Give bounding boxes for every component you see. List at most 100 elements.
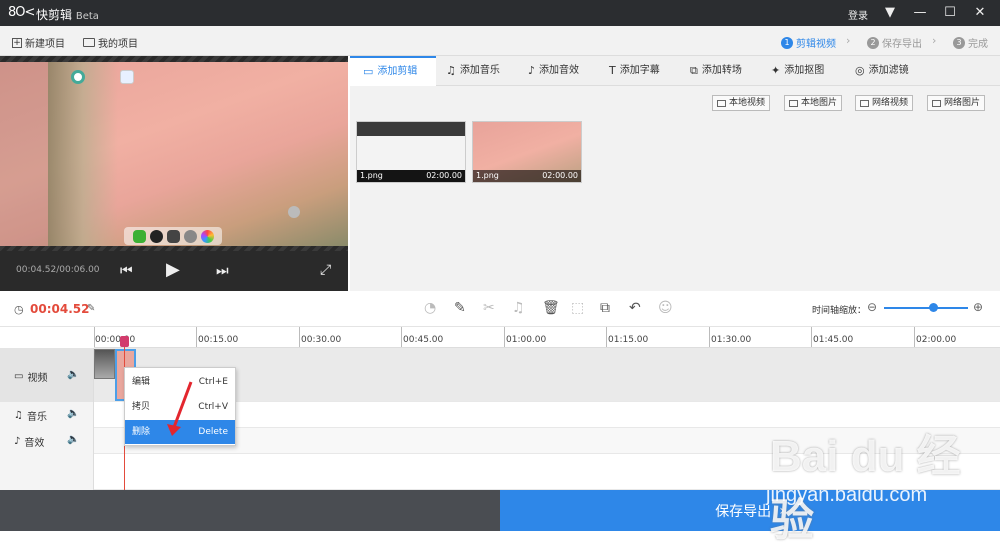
step-label: 剪辑视频 xyxy=(796,39,836,50)
tab-label: 添加转场 xyxy=(701,65,742,76)
ruler-tick xyxy=(299,327,300,347)
source-label: 本地图片 xyxy=(801,98,838,108)
tab-label: 添加剪辑 xyxy=(377,66,418,77)
ruler-label: 01:45.00 xyxy=(813,335,854,345)
zoom-out-icon[interactable]: ⊖ xyxy=(867,300,877,314)
speaker-icon[interactable]: 🔈 xyxy=(67,369,79,380)
playhead-handle[interactable] xyxy=(120,336,129,347)
media-name: 1.png xyxy=(476,171,499,180)
tab-label: 添加音乐 xyxy=(459,65,500,76)
tab-add-clip[interactable]: ▭ 添加剪辑 xyxy=(350,56,436,86)
edit-time-icon[interactable]: ✎ xyxy=(87,303,95,314)
export-label: 保存导出 xyxy=(715,503,772,520)
edit-toolbar: ◷ 00:04.52 ✎ ◔ ✎ ✂ ♫ 🗑 ⬚ ⧉ ↶ ☺ 时间轴缩放： ⊖ … xyxy=(0,291,1000,327)
video-icon: ▭ xyxy=(363,65,374,78)
bell-icon[interactable]: ♫ xyxy=(512,300,525,316)
bottom-bar xyxy=(0,490,500,531)
step-save-export: 2 保存导出 xyxy=(867,35,922,50)
annotation-arrow-icon xyxy=(167,381,193,436)
video-file-icon xyxy=(860,99,869,107)
filter-icon: ◎ xyxy=(855,64,865,77)
copy-icon[interactable]: ⧉ xyxy=(600,300,610,316)
tab-add-transition[interactable]: ⧉ 添加转场 xyxy=(690,56,742,86)
ruler-label: 00:30.00 xyxy=(301,335,342,345)
step-number: 2 xyxy=(867,36,879,49)
sound-effect-icon: ♪ xyxy=(528,64,536,77)
track-name: 音效 xyxy=(24,438,45,449)
source-label: 网络图片 xyxy=(944,98,981,108)
next-frame-icon[interactable]: ⏭ xyxy=(216,263,229,279)
menu-label: 编辑 xyxy=(132,377,151,387)
ruler-label: 01:00.00 xyxy=(506,335,547,345)
subtitle-icon: T xyxy=(609,64,616,77)
step-done: 3 完成 xyxy=(953,35,988,50)
minimize-icon[interactable]: — xyxy=(910,4,930,22)
thumbnail-caption: 1.png 02:00.00 xyxy=(357,170,465,182)
previous-frame-icon[interactable]: ⏮ xyxy=(120,263,133,279)
settings-icon xyxy=(288,206,300,218)
zoom-slider[interactable] xyxy=(884,307,968,309)
ruler-label: 00:45.00 xyxy=(403,335,444,345)
maximize-icon[interactable]: ☐ xyxy=(940,4,960,22)
timeline-ruler[interactable]: 00:00.00 00:15.00 00:30.00 00:45.00 01:0… xyxy=(94,327,1000,348)
zoom-label: 时间轴缩放： xyxy=(812,306,867,316)
source-label: 网络视频 xyxy=(872,98,909,108)
tab-label: 添加滤镜 xyxy=(868,65,909,76)
local-image-button[interactable]: 本地图片 xyxy=(784,95,843,111)
undo-icon[interactable]: ↶ xyxy=(629,300,641,316)
video-file-icon xyxy=(717,99,726,107)
gear-app-icon xyxy=(183,229,197,243)
tab-add-sound-effect[interactable]: ♪ 添加音效 xyxy=(528,56,579,86)
local-video-button[interactable]: 本地视频 xyxy=(712,95,771,111)
fullscreen-icon[interactable]: ⤢ xyxy=(320,262,331,278)
video-clip[interactable] xyxy=(94,349,115,379)
camera-icon xyxy=(166,229,180,243)
online-image-button[interactable]: 网络图片 xyxy=(927,95,986,111)
track-labels: ▭ 视频 🔈 ♫ 音乐 🔈 ♪ 音效 🔈 xyxy=(0,348,94,490)
folder-icon xyxy=(83,38,95,47)
app-logo: 8O< xyxy=(8,5,35,20)
delete-icon[interactable]: 🗑 xyxy=(542,300,560,316)
online-video-button[interactable]: 网络视频 xyxy=(855,95,914,111)
ruler-tick xyxy=(504,327,505,347)
new-project-icon: + xyxy=(12,37,22,48)
smiley-icon[interactable]: ☺ xyxy=(658,300,673,316)
crop-icon[interactable]: ⬚ xyxy=(571,300,584,316)
my-projects-button[interactable]: 我的项目 xyxy=(83,35,138,50)
speed-icon[interactable]: ◔ xyxy=(424,300,436,316)
step-number: 1 xyxy=(781,36,793,49)
desktop-app-icon xyxy=(120,70,134,84)
tab-label: 添加抠图 xyxy=(784,65,825,76)
new-project-button[interactable]: + 新建项目 xyxy=(12,35,65,50)
tab-add-music[interactable]: ♫ 添加音乐 xyxy=(446,56,500,86)
menu-dropdown-icon[interactable]: ▼ xyxy=(880,4,900,22)
play-icon[interactable]: ▶ xyxy=(166,259,180,280)
close-icon[interactable]: ✕ xyxy=(970,4,990,22)
chevron-right-icon: › xyxy=(846,34,851,47)
title-bar: 8O< 快剪辑 Beta 登录 ▼ — ☐ ✕ xyxy=(0,0,1000,26)
new-project-label: 新建项目 xyxy=(25,39,65,50)
pencil-icon[interactable]: ✎ xyxy=(454,300,466,316)
cutout-icon: ✦ xyxy=(771,64,781,77)
sfx-track-label: ♪ 音效 xyxy=(14,434,44,449)
scissors-icon[interactable]: ✂ xyxy=(483,300,495,316)
photos-icon xyxy=(200,229,214,243)
speaker-icon[interactable]: 🔈 xyxy=(67,434,79,445)
zoom-slider-handle[interactable] xyxy=(929,303,938,312)
music-icon: ♫ xyxy=(446,64,456,77)
my-projects-label: 我的项目 xyxy=(98,39,138,50)
ruler-label: 02:00.00 xyxy=(916,335,957,345)
app-title: 快剪辑 Beta xyxy=(36,6,99,23)
media-thumbnail[interactable]: 1.png 02:00.00 xyxy=(472,121,582,183)
tab-add-filter[interactable]: ◎ 添加滤镜 xyxy=(855,56,909,86)
media-thumbnail[interactable]: 1.png 02:00.00 xyxy=(356,121,466,183)
tab-label: 添加音效 xyxy=(539,65,580,76)
media-duration: 02:00.00 xyxy=(542,171,578,180)
media-panel: 本地视频 本地图片 网络视频 网络图片 1.png 02:00.00 1.png 0… xyxy=(350,86,1000,291)
login-link[interactable]: 登录 xyxy=(848,7,868,22)
tab-add-cutout[interactable]: ✦ 添加抠图 xyxy=(771,56,824,86)
tab-add-subtitle[interactable]: T 添加字幕 xyxy=(609,56,660,86)
speaker-icon[interactable]: 🔈 xyxy=(67,408,79,419)
zoom-in-icon[interactable]: ⊕ xyxy=(973,300,983,314)
media-name: 1.png xyxy=(360,171,383,180)
